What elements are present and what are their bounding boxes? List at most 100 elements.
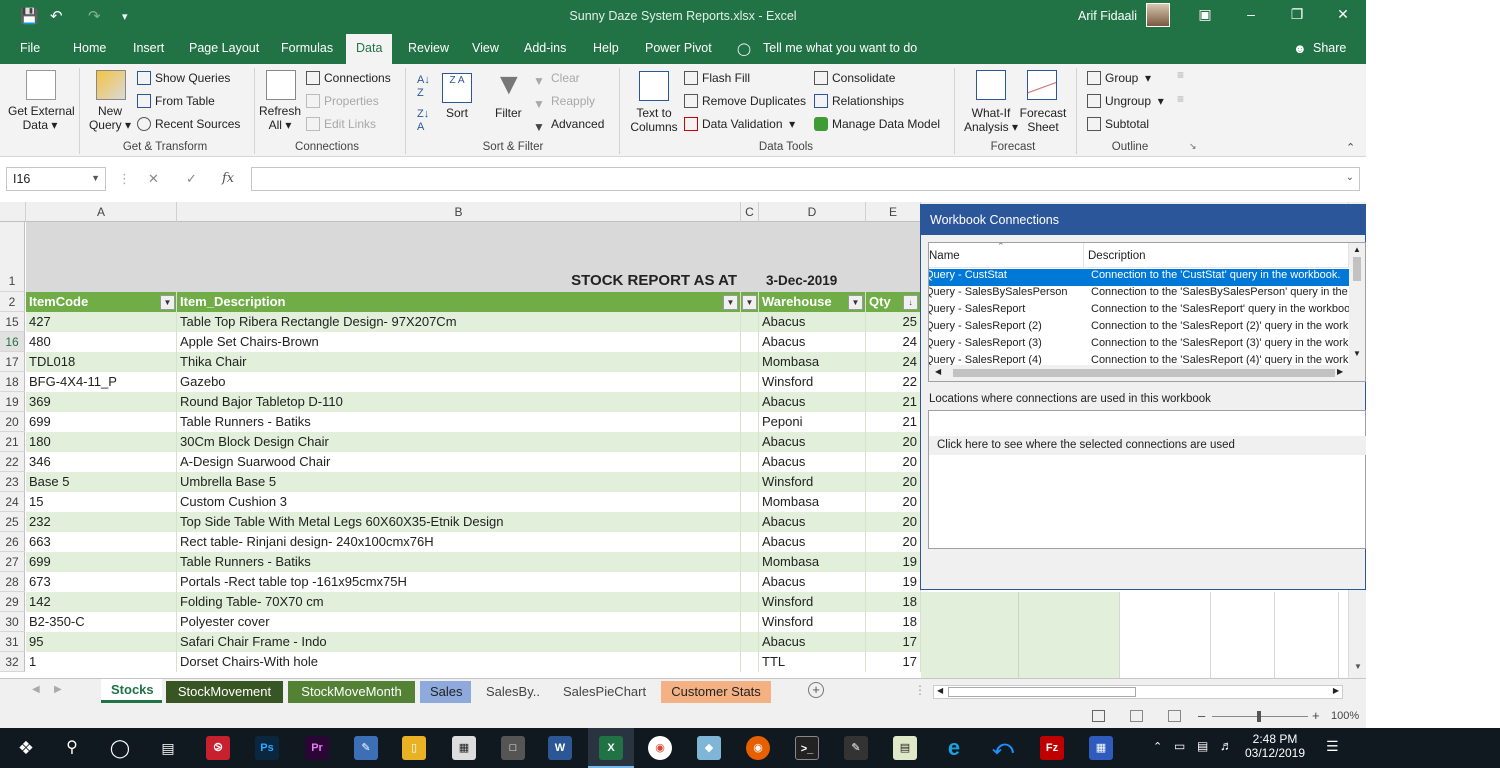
zoom-out-icon[interactable]: – [1198,708,1205,723]
locations-box[interactable]: Click here to see where the selected con… [928,410,1366,549]
tab-formulas[interactable]: Formulas [281,41,333,55]
dialog-launcher-icon[interactable]: ↘ [1189,141,1197,152]
network-icon[interactable]: ▤ [1197,739,1208,753]
cell-qty[interactable]: 21 [866,412,921,432]
row-header[interactable]: 19 [0,392,25,412]
row-header[interactable]: 17 [0,352,25,372]
network-app-icon[interactable]: ▦ [1089,736,1113,760]
cell-description[interactable]: Table Runners - Batiks [177,412,741,432]
notifications-icon[interactable]: ☰ [1326,738,1339,755]
cell-description[interactable]: Top Side Table With Metal Legs 60X60X35-… [177,512,741,532]
filter-dropdown-icon[interactable]: ▼ [160,295,175,310]
cell-description[interactable]: Round Bajor Tabletop D-110 [177,392,741,412]
refresh-all-button[interactable]: Refresh All ▾ [257,104,303,132]
share-button[interactable]: Share [1313,41,1346,55]
column-header-b[interactable]: B [177,202,741,222]
zoom-in-icon[interactable]: + [1312,708,1320,723]
clock[interactable]: 2:48 PM 03/12/2019 [1240,732,1310,760]
cell-blank[interactable] [741,332,759,352]
row-header[interactable]: 23 [0,472,25,492]
from-table-button[interactable]: From Table [137,94,215,108]
cell-qty[interactable]: 20 [866,452,921,472]
cell-qty[interactable]: 18 [866,612,921,632]
premiere-icon[interactable]: Pr [305,736,329,760]
cell-description[interactable]: Table Runners - Batiks [177,552,741,572]
cell-warehouse[interactable]: Abacus [759,572,866,592]
cell-itemcode[interactable]: 427 [26,312,177,332]
cell-description[interactable]: Umbrella Base 5 [177,472,741,492]
cell-description[interactable]: Gazebo [177,372,741,392]
advanced-button[interactable]: ▼ Advanced [533,117,604,134]
column-header-description[interactable]: Description [1084,243,1349,268]
cell-warehouse[interactable]: Abacus [759,512,866,532]
cell-description[interactable]: Thika Chair [177,352,741,372]
flash-app-icon[interactable]: ⧁ [206,736,230,760]
get-external-data-button[interactable]: Get External Data ▾ [8,104,75,132]
cell-itemcode[interactable]: TDL018 [26,352,177,372]
cell-warehouse[interactable]: Abacus [759,332,866,352]
data-validation-button[interactable]: Data Validation ▾ [684,117,795,131]
sort-az-icon[interactable]: A↓ Z [417,74,430,100]
column-header-e[interactable]: E [866,202,921,222]
collapse-ribbon-icon[interactable]: ⌃ [1346,141,1355,154]
sheet-tab-customer-stats[interactable]: Customer Stats [661,681,771,703]
photoshop-icon[interactable]: Ps [255,736,279,760]
row-header[interactable]: 25 [0,512,25,532]
cell-warehouse[interactable]: Winsford [759,372,866,392]
cell-qty[interactable]: 20 [866,492,921,512]
row-header[interactable]: 27 [0,552,25,572]
scroll-up-icon[interactable]: ▲ [1353,245,1361,254]
cell-qty[interactable]: 19 [866,572,921,592]
group-button[interactable]: Group ▾ [1087,71,1151,85]
scroll-left-icon[interactable]: ◀ [937,686,943,695]
cell-blank[interactable] [741,312,759,332]
word-icon[interactable]: W [548,736,572,760]
list-horizontal-scrollbar[interactable]: ◀ ▶ [929,365,1365,381]
cell-warehouse[interactable]: Mombasa [759,352,866,372]
cell-warehouse[interactable]: Abacus [759,392,866,412]
cell-itemcode[interactable]: 699 [26,552,177,572]
cell-warehouse[interactable]: Winsford [759,472,866,492]
cell-description[interactable]: Portals -Rect table top -161x95cmx75H [177,572,741,592]
relationships-button[interactable]: Relationships [814,94,904,108]
cell-itemcode[interactable]: 346 [26,452,177,472]
scroll-right-icon[interactable]: ▶ [1333,686,1339,695]
row-header[interactable]: 21 [0,432,25,452]
horizontal-scroll-thumb[interactable] [948,687,1136,697]
column-header-a[interactable]: A [26,202,177,222]
cell-qty[interactable]: 22 [866,372,921,392]
cell-description[interactable]: Safari Chair Frame - Indo [177,632,741,652]
cell-qty[interactable]: 20 [866,512,921,532]
cell-itemcode[interactable]: 699 [26,412,177,432]
new-query-button[interactable]: New Query ▾ [88,104,132,132]
cell-blank[interactable] [741,652,759,672]
cell-qty[interactable]: 17 [866,652,921,672]
connection-row[interactable]: Query - SalesReport (2) Connection to the… [929,320,1349,337]
cell-blank[interactable] [741,512,759,532]
sheet-tab-salespiechart[interactable]: SalesPieChart [553,681,655,703]
cell-description[interactable]: Polyester cover [177,612,741,632]
sheet-tab-stockmovement[interactable]: StockMovement [166,681,283,703]
cell-warehouse[interactable]: Abacus [759,312,866,332]
connections-list[interactable]: Name ⌃ Description Query - CustStat Conne… [928,242,1366,382]
header-description[interactable]: Item_Description ▼ [177,292,741,312]
scroll-left-icon[interactable]: ◀ [935,367,941,376]
cell-blank[interactable] [741,592,759,612]
cell-description[interactable]: Rect table- Rinjani design- 240x100cmx76… [177,532,741,552]
ungroup-button[interactable]: Ungroup ▾ [1087,94,1164,108]
list-scroll-thumb[interactable] [1353,257,1361,281]
row-header[interactable]: 16 [0,332,25,352]
cell-warehouse[interactable]: TTL [759,652,866,672]
forecast-sheet-button[interactable]: Forecast Sheet [1017,106,1069,134]
row-header[interactable]: 18 [0,372,25,392]
app-icon[interactable]: □ [501,736,525,760]
internet-explorer-icon[interactable]: e [942,736,966,760]
what-if-analysis-button[interactable]: What-If Analysis ▾ [962,106,1020,134]
sheet-tab-sales[interactable]: Sales [420,681,471,703]
cell-itemcode[interactable]: 95 [26,632,177,652]
cancel-icon[interactable]: ✕ [148,171,159,187]
app-icon[interactable]: ⤺ [991,736,1015,760]
cell-qty[interactable]: 18 [866,592,921,612]
row-header[interactable]: 30 [0,612,25,632]
tab-power-pivot[interactable]: Power Pivot [645,41,712,55]
